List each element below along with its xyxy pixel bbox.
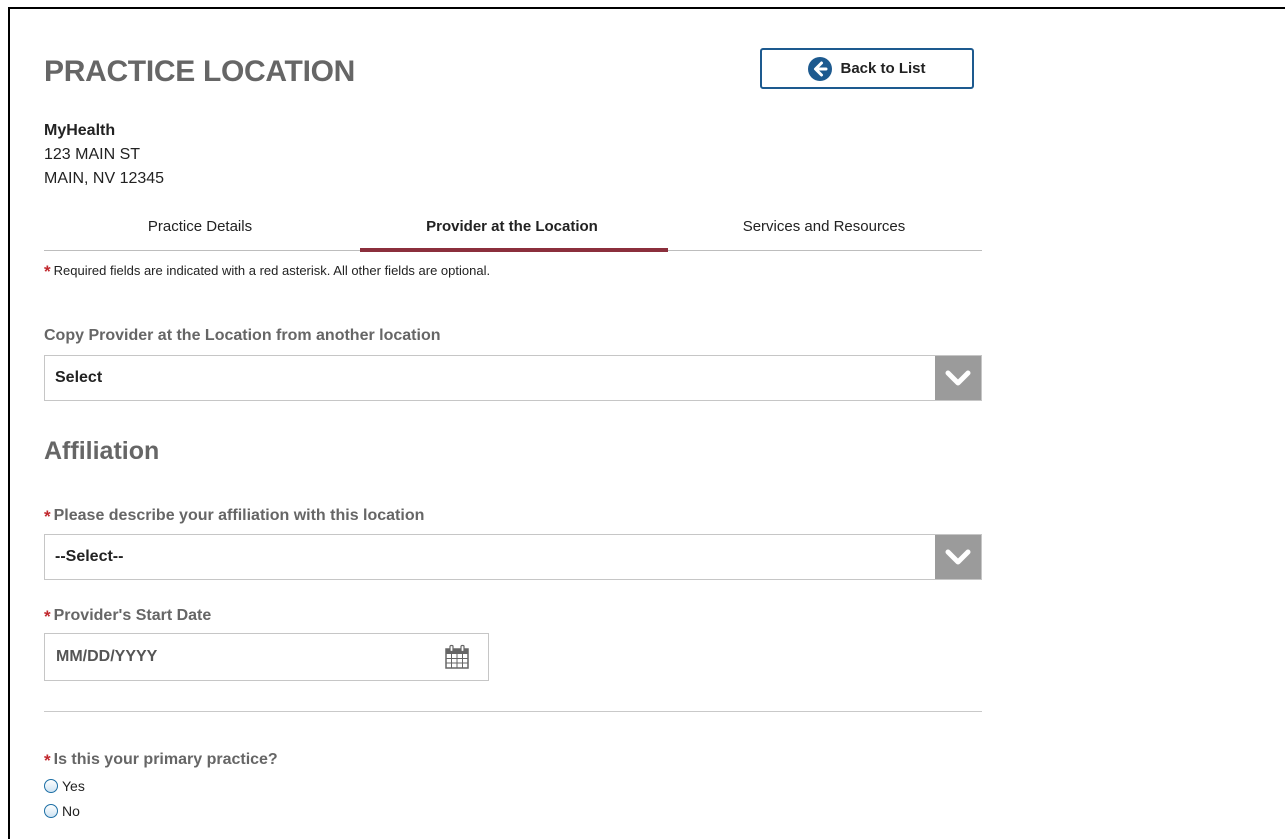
tab-practice-details[interactable]: Practice Details <box>44 213 356 250</box>
required-note-text: Required fields are indicated with a red… <box>53 263 491 278</box>
chevron-down-icon[interactable] <box>935 535 981 579</box>
page-frame: PRACTICE LOCATION Back to List MyHealth … <box>8 7 1285 839</box>
affiliation-describe-text: Please describe your affiliation with th… <box>53 507 425 524</box>
primary-practice-question: Is this your primary practice? <box>53 751 278 768</box>
arrow-left-circle-icon <box>808 56 833 81</box>
radio-button-no[interactable] <box>44 804 58 818</box>
required-asterisk: * <box>44 262 51 281</box>
copy-provider-select[interactable]: Select <box>44 355 982 401</box>
copy-provider-selected-value: Select <box>55 369 103 386</box>
primary-practice-yes-option[interactable]: Yes <box>44 778 85 794</box>
primary-practice-label: * Is this your primary practice? <box>44 749 278 770</box>
organization-name: MyHealth <box>44 122 116 139</box>
address-line2: MAIN, NV 12345 <box>44 170 165 187</box>
start-date-field <box>44 633 489 681</box>
tab-services-and-resources[interactable]: Services and Resources <box>668 213 980 250</box>
section-divider <box>44 711 982 712</box>
tab-provider-at-location[interactable]: Provider at the Location <box>356 213 668 252</box>
back-to-list-label: Back to List <box>840 60 926 77</box>
required-asterisk: * <box>44 751 51 770</box>
required-asterisk: * <box>44 607 51 626</box>
affiliation-select[interactable]: --Select-- <box>44 534 982 580</box>
chevron-down-icon[interactable] <box>935 356 981 400</box>
radio-button-yes[interactable] <box>44 779 58 793</box>
address-line1: 123 MAIN ST <box>44 146 141 163</box>
tab-bar: Practice Details Provider at the Locatio… <box>44 213 982 252</box>
primary-practice-no-option[interactable]: No <box>44 803 80 819</box>
calendar-icon[interactable] <box>444 644 470 670</box>
affiliation-selected-value: --Select-- <box>55 548 124 565</box>
required-asterisk: * <box>44 507 51 526</box>
affiliation-describe-label: * Please describe your affiliation with t… <box>44 505 425 526</box>
start-date-label: * Provider's Start Date <box>44 605 212 626</box>
start-date-input[interactable] <box>54 647 418 667</box>
required-fields-note: * Required fields are indicated with a re… <box>44 260 491 281</box>
radio-label-yes: Yes <box>62 778 85 794</box>
organization-info: MyHealth 123 MAIN ST MAIN, NV 12345 <box>44 119 164 191</box>
copy-provider-label: Copy Provider at the Location from anoth… <box>44 327 441 344</box>
page-title: PRACTICE LOCATION <box>44 55 355 88</box>
back-to-list-button[interactable]: Back to List <box>760 48 974 89</box>
start-date-label-text: Provider's Start Date <box>53 607 212 624</box>
radio-label-no: No <box>62 803 80 819</box>
affiliation-section-title: Affiliation <box>44 437 160 465</box>
